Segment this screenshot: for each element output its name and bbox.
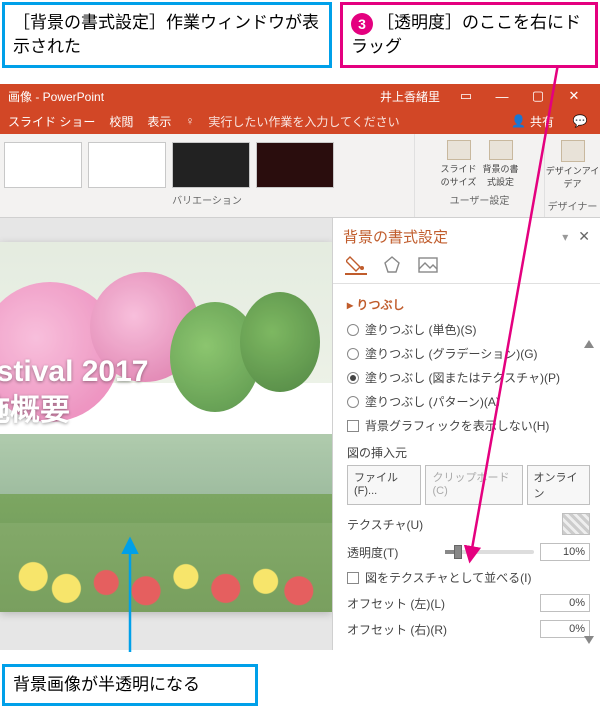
pane-close-button[interactable]: ✕ [578, 228, 590, 245]
ribbon-body: バリエーション スライドのサイズ 背景の書式設定 ユーザー設定 デザインアイデア… [0, 134, 600, 218]
hide-bg-graphics-checkbox[interactable]: 背景グラフィックを表示しない(H) [347, 417, 590, 434]
share-label: 共有 [530, 113, 554, 130]
radio-icon [347, 372, 359, 384]
variation-thumb[interactable] [4, 142, 82, 188]
btn-label: 背景の書式設定 [481, 162, 521, 188]
picture-tab-icon[interactable] [417, 255, 439, 275]
tellme-icon: ♀ [185, 114, 194, 128]
slide[interactable]: estival 2017 施概要 [0, 242, 332, 612]
share-icon: 👤 [511, 114, 526, 128]
format-background-button[interactable]: 背景の書式設定 [481, 140, 521, 188]
callout-top-right: 3［透明度］のここを右にドラッグ [340, 2, 598, 68]
fill-solid-radio[interactable]: 塗りつぶし (単色)(S) [347, 321, 590, 338]
btn-label[interactable]: デザインアイデア [545, 164, 600, 190]
transparency-label: 透明度(T) [347, 544, 439, 561]
design-ideas-icon [561, 140, 585, 162]
insert-file-button[interactable]: ファイル(F)... [347, 465, 421, 505]
fill-pattern-radio[interactable]: 塗りつぶし (パターン)(A) [347, 393, 590, 410]
radio-icon [347, 324, 359, 336]
designer-group: デザインアイデア デザイナー [544, 134, 600, 217]
fill-picture-radio[interactable]: 塗りつぶし (図またはテクスチャ)(P) [347, 369, 590, 386]
slide-title-text[interactable]: estival 2017 施概要 [0, 352, 148, 430]
fill-gradient-radio[interactable]: 塗りつぶし (グラデーション)(G) [347, 345, 590, 362]
btn-label: スライドのサイズ [439, 162, 479, 188]
window-title: 画像 - PowerPoint [8, 88, 104, 105]
transparency-slider[interactable] [445, 550, 534, 554]
pane-title: 背景の書式設定 [343, 226, 562, 247]
section-fill[interactable]: ▸ りつぶし [347, 296, 590, 313]
ribbon-tabs: スライド ショー 校閲 表示 ♀ 実行したい作業を入力してください 👤 共有 💬 [0, 108, 600, 134]
radio-icon [347, 396, 359, 408]
checkbox-label: 図をテクスチャとして並べる(I) [365, 569, 532, 586]
transparency-value[interactable]: 10% [540, 543, 590, 561]
callout-text: 背景画像が半透明になる [13, 675, 200, 694]
user-name: 井上香緒里 [380, 88, 440, 105]
group-label-user: ユーザー設定 [415, 190, 544, 211]
workarea: estival 2017 施概要 背景の書式設定 ▾ ✕ [0, 218, 600, 650]
slide-canvas[interactable]: estival 2017 施概要 [0, 218, 332, 650]
slide-title-line1: estival 2017 [0, 355, 148, 388]
callout-badge: 3 [351, 13, 373, 35]
callout-text: ［背景の書式設定］作業ウィンドウが表示された [13, 13, 319, 56]
pane-dropdown-icon[interactable]: ▾ [562, 230, 568, 244]
fill-tab-icon[interactable] [345, 255, 367, 275]
slide-title-line2: 施概要 [0, 394, 70, 427]
tab-review[interactable]: 校閲 [109, 113, 133, 130]
variations-group: バリエーション [0, 134, 414, 217]
variation-thumb[interactable] [88, 142, 166, 188]
radio-label: 塗りつぶし (単色)(S) [365, 321, 476, 338]
tile-checkbox[interactable]: 図をテクスチャとして並べる(I) [347, 569, 590, 586]
pane-body: ▸ りつぶし 塗りつぶし (単色)(S) 塗りつぶし (グラデーション)(G) … [333, 284, 600, 650]
insert-clipboard-button[interactable]: クリップボード(C) [425, 465, 522, 505]
slider-thumb[interactable] [454, 545, 462, 559]
offset-left-label: オフセット (左)(L) [347, 595, 467, 612]
texture-picker[interactable] [562, 513, 590, 535]
variation-thumb[interactable] [256, 142, 334, 188]
variation-thumb[interactable] [172, 142, 250, 188]
tellme-input[interactable]: 実行したい作業を入力してください [208, 113, 399, 130]
powerpoint-window: 画像 - PowerPoint 井上香緒里 ▭ — ▢ ✕ スライド ショー 校… [0, 84, 600, 650]
offset-right-label: オフセット (右)(R) [347, 621, 467, 638]
scroll-down-icon[interactable] [584, 636, 594, 644]
user-settings-group: スライドのサイズ 背景の書式設定 ユーザー設定 [414, 134, 544, 217]
radio-label: 塗りつぶし (図またはテクスチャ)(P) [365, 369, 560, 386]
insert-online-button[interactable]: オンライン [527, 465, 590, 505]
checkbox-icon [347, 572, 359, 584]
transparency-row: 透明度(T) 10% [347, 543, 590, 561]
insert-from-label: 図の挿入元 [347, 444, 590, 461]
group-label-designer: デザイナー [545, 196, 600, 217]
slide-size-icon [447, 140, 471, 160]
restore-button[interactable]: ▢ [520, 88, 556, 104]
callout-top-left: ［背景の書式設定］作業ウィンドウが表示された [2, 2, 332, 68]
share-button[interactable]: 👤 共有 [511, 113, 554, 130]
texture-label: テクスチャ(U) [347, 516, 439, 533]
radio-label: 塗りつぶし (グラデーション)(G) [365, 345, 538, 362]
radio-icon [347, 348, 359, 360]
format-background-icon [489, 140, 513, 160]
radio-label: 塗りつぶし (パターン)(A) [365, 393, 500, 410]
slide-size-button[interactable]: スライドのサイズ [439, 140, 479, 188]
comments-icon[interactable]: 💬 [568, 114, 592, 128]
ribbon-options-icon[interactable]: ▭ [448, 88, 484, 104]
minimize-button[interactable]: — [484, 89, 520, 104]
tab-slideshow[interactable]: スライド ショー [8, 113, 95, 130]
checkbox-icon [347, 420, 359, 432]
tab-view[interactable]: 表示 [147, 113, 171, 130]
effects-tab-icon[interactable] [381, 255, 403, 275]
callout-bottom: 背景画像が半透明になる [2, 664, 258, 706]
section-fill-label: りつぶし [356, 298, 404, 312]
offset-right-value[interactable]: 0% [540, 620, 590, 638]
close-button[interactable]: ✕ [556, 88, 592, 104]
scroll-up-icon[interactable] [584, 340, 594, 348]
callout-text: ［透明度］のここを右にドラッグ [351, 13, 581, 56]
group-label-variations: バリエーション [0, 190, 414, 211]
checkbox-label: 背景グラフィックを表示しない(H) [365, 417, 549, 434]
titlebar: 画像 - PowerPoint 井上香緒里 ▭ — ▢ ✕ [0, 84, 600, 108]
offset-left-value[interactable]: 0% [540, 594, 590, 612]
format-background-pane: 背景の書式設定 ▾ ✕ ▸ りつぶし 塗 [332, 218, 600, 650]
